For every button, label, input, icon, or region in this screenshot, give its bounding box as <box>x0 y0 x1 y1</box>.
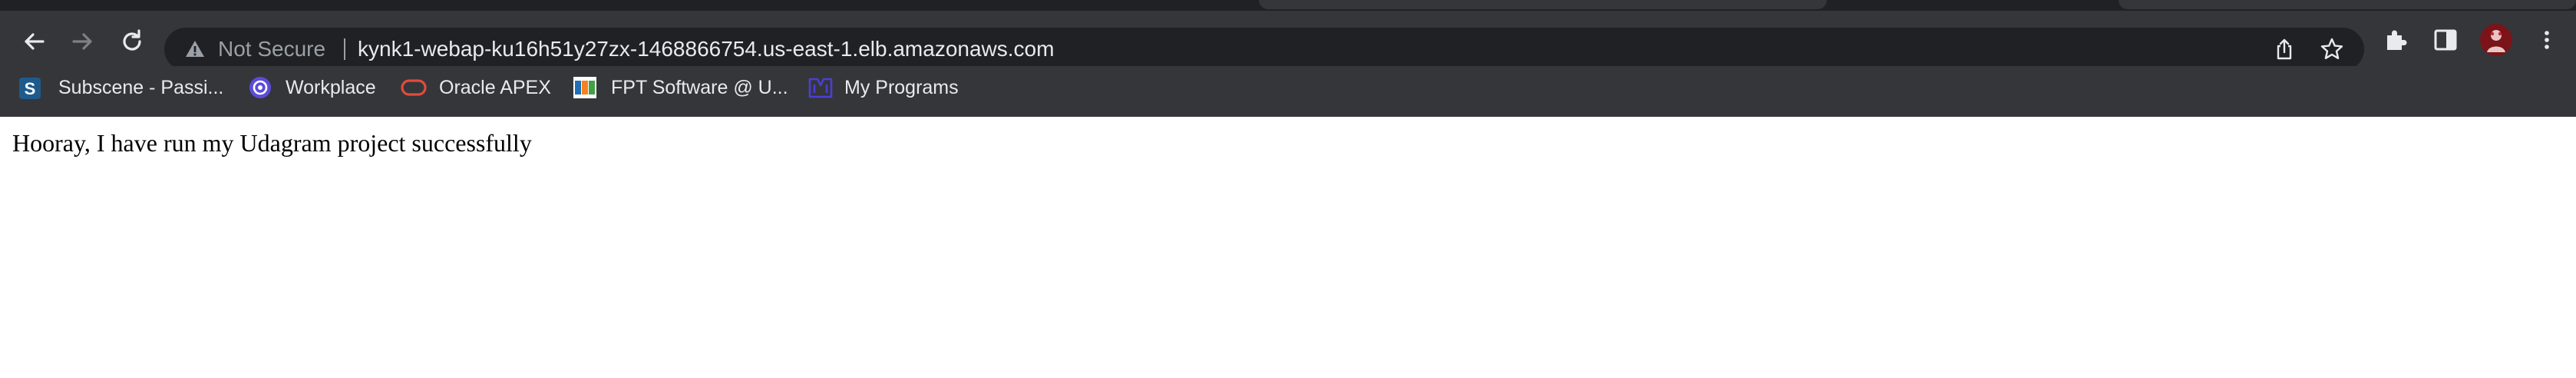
back-button[interactable] <box>18 26 49 57</box>
security-status-text[interactable]: Not Secure <box>218 34 325 65</box>
tab-strip <box>0 0 2576 11</box>
fpt-favicon <box>573 77 596 98</box>
kebab-menu-icon[interactable] <box>2533 26 2561 54</box>
bookmark-label: Workplace <box>286 77 376 98</box>
bookmark-workplace[interactable]: Workplace <box>246 72 387 103</box>
bookmark-subscene[interactable]: S Subscene - Passi... <box>15 72 227 103</box>
star-icon[interactable] <box>2320 37 2344 61</box>
reload-button[interactable] <box>117 26 147 57</box>
bookmark-label: Oracle APEX <box>439 77 551 98</box>
warning-triangle-icon[interactable] <box>184 38 206 60</box>
tab[interactable] <box>2119 0 2576 9</box>
browser-window: Not Secure kynk1-webap-ku16h51y27zx-1468… <box>0 0 2576 378</box>
puzzle-icon[interactable] <box>2383 26 2410 54</box>
address-bar[interactable]: Not Secure kynk1-webap-ku16h51y27zx-1468… <box>164 28 2364 71</box>
bookmark-label: Subscene - Passi... <box>58 77 224 98</box>
url-text[interactable]: kynk1-webap-ku16h51y27zx-1468866754.us-e… <box>358 34 1054 65</box>
bookmark-oracle-apex[interactable]: Oracle APEX <box>399 72 556 103</box>
bookmark-fpt-software[interactable]: FPT Software @ U... <box>571 72 795 103</box>
browser-toolbar: Not Secure kynk1-webap-ku16h51y27zx-1468… <box>0 11 2576 71</box>
page-message: Hooray, I have run my Udagram project su… <box>12 129 532 157</box>
workplace-favicon <box>249 77 271 98</box>
tab[interactable] <box>1259 0 1827 9</box>
bookmark-my-programs[interactable]: My Programs <box>807 72 964 103</box>
bookmark-label: FPT Software @ U... <box>611 77 788 98</box>
omnibox-divider <box>344 38 345 60</box>
subscene-favicon: S <box>19 78 41 99</box>
side-panel-icon[interactable] <box>2432 26 2459 54</box>
share-icon[interactable] <box>2272 37 2297 61</box>
avatar[interactable] <box>2479 23 2513 57</box>
bookmark-label: My Programs <box>844 77 959 98</box>
svg-text:S: S <box>25 79 36 98</box>
programs-favicon <box>808 78 833 98</box>
forward-button[interactable] <box>68 26 98 57</box>
page-content: Hooray, I have run my Udagram project su… <box>0 117 2576 378</box>
oracle-favicon <box>401 79 427 96</box>
